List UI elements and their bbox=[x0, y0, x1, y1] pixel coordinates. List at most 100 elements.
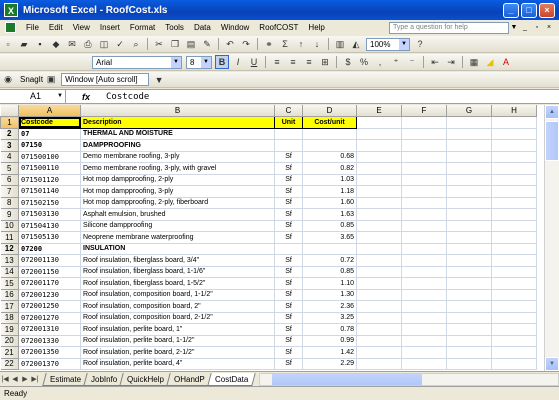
row-header[interactable]: 10 bbox=[0, 220, 19, 232]
row-header[interactable]: 12 bbox=[0, 243, 19, 255]
cell-costcode[interactable]: 072001350 bbox=[18, 346, 81, 359]
select-all-corner[interactable] bbox=[0, 105, 19, 117]
cell-unit[interactable]: Sf bbox=[274, 289, 303, 301]
font-color-icon[interactable]: A bbox=[499, 55, 513, 69]
column-header-e[interactable]: E bbox=[356, 105, 402, 117]
cell-empty[interactable] bbox=[491, 300, 537, 313]
cell-empty[interactable] bbox=[356, 300, 402, 313]
cell-unit[interactable]: Sf bbox=[274, 220, 303, 232]
column-header-a[interactable]: A bbox=[18, 105, 81, 117]
cell-unit[interactable]: Sf bbox=[274, 346, 303, 359]
chart-wizard-icon[interactable]: ▥ bbox=[333, 37, 347, 51]
increase-decimal-icon[interactable]: ⁺ bbox=[389, 55, 403, 69]
menu-tools[interactable]: Tools bbox=[160, 23, 189, 32]
cell-empty[interactable] bbox=[356, 208, 402, 221]
cell-unit[interactable] bbox=[274, 139, 303, 152]
cell-empty[interactable] bbox=[356, 220, 402, 232]
cell-empty[interactable] bbox=[446, 323, 492, 336]
cell-description[interactable]: Roof insulation, perlite board, 4" bbox=[80, 358, 275, 370]
cell-b1-description[interactable]: Description bbox=[80, 116, 275, 129]
cell-empty[interactable] bbox=[356, 266, 402, 278]
cell-description[interactable]: THERMAL AND MOISTURE bbox=[80, 128, 275, 140]
last-sheet-icon[interactable]: ▶| bbox=[30, 375, 40, 383]
cell-description[interactable]: DAMPPROOFING bbox=[80, 139, 275, 152]
cell-unit[interactable]: Sf bbox=[274, 277, 303, 290]
cell-description[interactable]: Roof insulation, composition board, 1-1/… bbox=[80, 289, 275, 301]
vertical-scrollbar[interactable]: ▲ ▼ bbox=[544, 105, 559, 371]
cell-costcode[interactable]: 071500110 bbox=[18, 162, 81, 175]
cell-empty[interactable] bbox=[446, 197, 492, 209]
cell-cost[interactable]: 0.68 bbox=[302, 151, 357, 163]
cell-empty[interactable] bbox=[491, 174, 537, 186]
vertical-scroll-thumb[interactable] bbox=[545, 121, 559, 161]
cell-empty[interactable] bbox=[446, 254, 492, 267]
underline-button[interactable]: U bbox=[247, 55, 261, 69]
cell-empty[interactable] bbox=[401, 300, 447, 313]
cell-empty[interactable] bbox=[446, 231, 492, 244]
cell-unit[interactable]: Sf bbox=[274, 254, 303, 267]
cell-description[interactable]: Asphalt emulsion, brushed bbox=[80, 208, 275, 221]
cell-costcode[interactable]: 072001170 bbox=[18, 277, 81, 290]
menu-insert[interactable]: Insert bbox=[95, 23, 125, 32]
cell-cost[interactable]: 1.18 bbox=[302, 185, 357, 198]
cell-empty[interactable] bbox=[356, 185, 402, 198]
cut-icon[interactable]: ✂ bbox=[152, 37, 166, 51]
email-icon[interactable]: ✉ bbox=[65, 37, 79, 51]
row-header[interactable]: 13 bbox=[0, 254, 19, 267]
minimize-button[interactable]: _ bbox=[503, 2, 519, 18]
cell-empty[interactable] bbox=[401, 139, 447, 152]
cell-costcode[interactable]: 071501140 bbox=[18, 185, 81, 198]
cell-empty[interactable] bbox=[401, 346, 447, 359]
cell-empty[interactable] bbox=[446, 358, 492, 370]
snagit-settings-icon[interactable]: ▣ bbox=[44, 73, 58, 87]
cell-empty[interactable] bbox=[446, 208, 492, 221]
cell-empty[interactable] bbox=[491, 266, 537, 278]
cell-costcode[interactable]: 072001250 bbox=[18, 300, 81, 313]
cell-empty[interactable] bbox=[401, 323, 447, 336]
cell-empty[interactable] bbox=[446, 128, 492, 140]
row-header[interactable]: 20 bbox=[0, 335, 19, 347]
menu-data[interactable]: Data bbox=[189, 23, 216, 32]
snagit-icon[interactable]: ◉ bbox=[1, 73, 15, 87]
cell-description[interactable]: Roof insulation, fiberglass board, 1-5/2… bbox=[80, 277, 275, 290]
cell-empty[interactable] bbox=[356, 335, 402, 347]
cell-costcode[interactable]: 071505130 bbox=[18, 231, 81, 244]
worksheet-grid[interactable]: A B C D E F G H 1 Costcode Description U… bbox=[0, 105, 544, 371]
cell-empty[interactable] bbox=[491, 139, 537, 152]
menu-edit[interactable]: Edit bbox=[44, 23, 68, 32]
tab-estimate[interactable]: Estimate bbox=[42, 372, 89, 386]
help-search-input[interactable]: Type a question for help bbox=[389, 21, 509, 34]
row-header[interactable]: 4 bbox=[0, 151, 19, 163]
cell-empty[interactable] bbox=[491, 231, 537, 244]
cell-empty[interactable] bbox=[401, 277, 447, 290]
cell-empty[interactable] bbox=[356, 174, 402, 186]
cell-empty[interactable] bbox=[446, 162, 492, 175]
name-box-dropdown-icon[interactable]: ▼ bbox=[57, 90, 63, 103]
cell-empty[interactable] bbox=[356, 277, 402, 290]
menu-window[interactable]: Window bbox=[216, 23, 254, 32]
cell-cost[interactable]: 0.85 bbox=[302, 220, 357, 232]
cell-cost[interactable] bbox=[302, 243, 357, 255]
row-header[interactable]: 8 bbox=[0, 197, 19, 209]
cell-empty[interactable] bbox=[491, 128, 537, 140]
tab-ohandp[interactable]: OHandP bbox=[166, 372, 213, 386]
cell-empty[interactable] bbox=[401, 312, 447, 324]
first-sheet-icon[interactable]: |◀ bbox=[0, 375, 10, 383]
column-header-h[interactable]: H bbox=[491, 105, 537, 117]
cell-empty[interactable] bbox=[356, 139, 402, 152]
cell-empty[interactable] bbox=[491, 151, 537, 163]
hyperlink-icon[interactable]: ⚭ bbox=[262, 37, 276, 51]
cell-d1-cost[interactable]: Cost/unit bbox=[302, 116, 357, 129]
cell-cost[interactable]: 1.63 bbox=[302, 208, 357, 221]
column-header-d[interactable]: D bbox=[302, 105, 357, 117]
cell-empty[interactable] bbox=[401, 128, 447, 140]
cell-empty[interactable] bbox=[446, 220, 492, 232]
cell-empty[interactable] bbox=[491, 220, 537, 232]
cell-cost[interactable]: 1.60 bbox=[302, 197, 357, 209]
row-header[interactable]: 21 bbox=[0, 346, 19, 359]
cell-empty[interactable] bbox=[491, 277, 537, 290]
cell-empty[interactable] bbox=[491, 358, 537, 370]
cell-cost[interactable]: 0.85 bbox=[302, 266, 357, 278]
menu-roofcost[interactable]: RoofCOST bbox=[254, 23, 303, 32]
save-icon[interactable]: ▪ bbox=[33, 37, 47, 51]
